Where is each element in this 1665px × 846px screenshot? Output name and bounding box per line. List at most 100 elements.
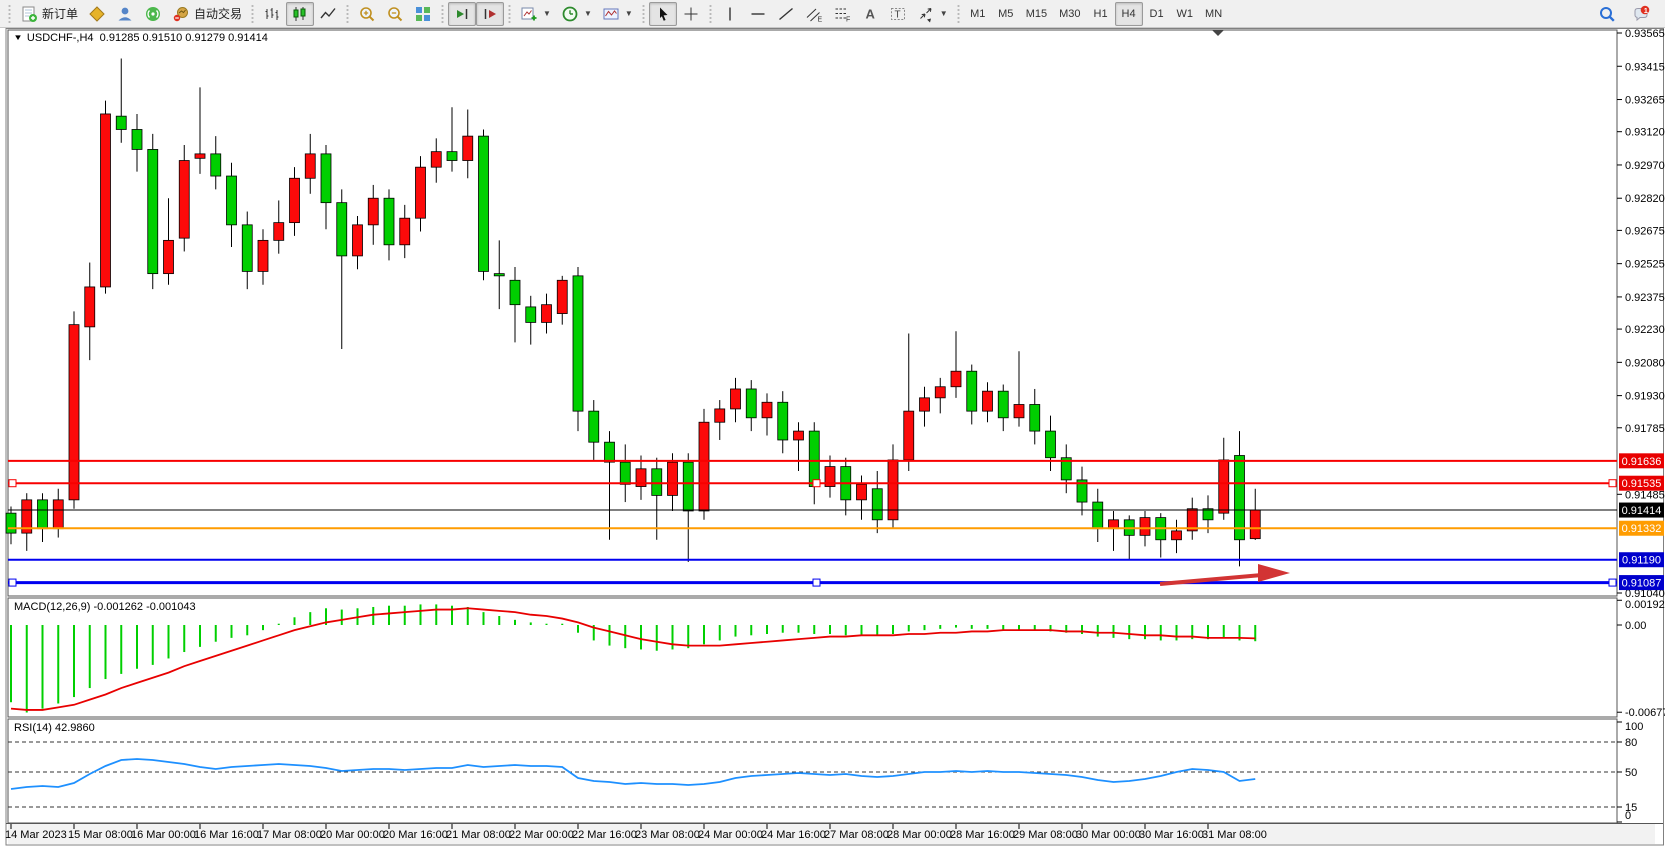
time-tick-label: 17 Mar 08:00 (257, 829, 322, 841)
chevron-down-icon[interactable]: ▼ (625, 9, 633, 18)
candlestick (463, 136, 473, 160)
candlestick (227, 176, 237, 225)
cursor-button[interactable] (649, 2, 677, 26)
candlestick (242, 225, 252, 272)
line-selection-handle[interactable] (9, 579, 16, 586)
periods-icon (561, 5, 579, 23)
chart-shift-icon (481, 5, 499, 23)
templates-button[interactable]: ▼ (597, 2, 638, 26)
vline-icon (721, 5, 739, 23)
chevron-down-icon[interactable]: ▼ (940, 9, 948, 18)
chat-button[interactable]: 1 (1627, 2, 1655, 26)
macd-tick-label: 0.00 (1625, 620, 1646, 632)
horizontal-line-button[interactable] (744, 2, 772, 26)
bar-chart-button[interactable] (258, 2, 286, 26)
trendline-button[interactable] (772, 2, 800, 26)
line-selection-handle[interactable] (1609, 579, 1616, 586)
vertical-line-button[interactable] (716, 2, 744, 26)
tile-windows-button[interactable] (409, 2, 437, 26)
mt4-terminal-window: { "toolbar": { "groups": [ {"name":"trad… (0, 0, 1665, 846)
price-badge-label: 0.91414 (1622, 505, 1662, 517)
autotrade-button[interactable]: 自动交易 (167, 2, 247, 26)
time-tick-label: 20 Mar 00:00 (320, 829, 385, 841)
candlestick (652, 469, 662, 496)
tf-m5-button[interactable]: M5 (992, 2, 1020, 26)
tf-m1-button[interactable]: M1 (964, 2, 992, 26)
time-tick-label: 30 Mar 00:00 (1076, 829, 1141, 841)
candlestick (384, 198, 394, 245)
tf-mn-button[interactable]: MN (1199, 2, 1228, 26)
candlestick (1140, 518, 1150, 536)
crosshair-button[interactable] (677, 2, 705, 26)
candlestick (400, 218, 410, 245)
line-selection-handle[interactable] (1609, 480, 1616, 487)
fibonacci-icon: F (833, 5, 851, 23)
candlestick (542, 305, 552, 323)
line-selection-handle[interactable] (813, 579, 820, 586)
toolbar-drag-handle[interactable] (708, 4, 713, 24)
tf-h1-button[interactable]: H1 (1087, 2, 1115, 26)
fibonacci-button[interactable]: F (828, 2, 856, 26)
toolbar-group-chart-type (258, 0, 342, 28)
tf-h4-button[interactable]: H4 (1115, 2, 1143, 26)
candlestick (920, 398, 930, 411)
signals-button[interactable] (139, 2, 167, 26)
tf-w1-button[interactable]: W1 (1171, 2, 1200, 26)
candlestick (573, 276, 583, 411)
market-button[interactable] (83, 2, 111, 26)
toolbar-group-zoom (353, 0, 437, 28)
tf-m30-button[interactable]: M30 (1053, 2, 1086, 26)
new-chart-icon (520, 5, 538, 23)
line-chart-icon (319, 5, 337, 23)
candlestick-chart-button[interactable] (286, 2, 314, 26)
candlestick (6, 513, 16, 533)
candlestick (1250, 510, 1260, 539)
zoom-in-button[interactable] (353, 2, 381, 26)
bar-chart-icon (263, 5, 281, 23)
candlestick (794, 431, 804, 440)
auto-scroll-button[interactable] (448, 2, 476, 26)
toolbar-drag-handle[interactable] (440, 4, 445, 24)
signals-icon (144, 5, 162, 23)
toolbar-group-trade: 新订单 自动交易 (15, 0, 247, 28)
line-selection-handle[interactable] (9, 480, 16, 487)
tf-m15-button[interactable]: M15 (1020, 2, 1053, 26)
tf-m1-button-label: M1 (970, 8, 985, 20)
candlestick (431, 152, 441, 168)
tf-d1-button[interactable]: D1 (1143, 2, 1171, 26)
toolbar-drag-handle[interactable] (7, 4, 12, 24)
toolbar-drag-handle[interactable] (345, 4, 350, 24)
toolbar-drag-handle[interactable] (641, 4, 646, 24)
community-button[interactable] (111, 2, 139, 26)
search-button[interactable] (1593, 2, 1621, 26)
label-button[interactable]: T (884, 2, 912, 26)
indicators-button[interactable]: ▼ (515, 2, 556, 26)
toolbar-drag-handle[interactable] (956, 4, 961, 24)
symbol-dropdown-icon[interactable]: ▼ (13, 33, 23, 42)
time-tick-label: 29 Mar 08:00 (1013, 829, 1078, 841)
new-order-button[interactable]: 新订单 (15, 2, 83, 26)
text-button[interactable]: A (856, 2, 884, 26)
zoom-out-button[interactable] (381, 2, 409, 26)
time-tick-label: 15 Mar 08:00 (68, 829, 133, 841)
toolbar-group-pointer (649, 0, 705, 28)
candlestick (620, 462, 630, 484)
line-selection-handle[interactable] (813, 480, 820, 487)
channel-button[interactable]: E (800, 2, 828, 26)
candlestick (510, 280, 520, 304)
line-chart-button[interactable] (314, 2, 342, 26)
time-tick-label: 28 Mar 16:00 (950, 829, 1015, 841)
chevron-down-icon[interactable]: ▼ (543, 9, 551, 18)
periods-button[interactable]: ▼ (556, 2, 597, 26)
toolbar-drag-handle[interactable] (507, 4, 512, 24)
time-tick-label: 14 Mar 2023 (5, 829, 67, 841)
candlestick (1172, 531, 1182, 540)
candlestick (857, 484, 867, 500)
candlestick (101, 114, 111, 287)
arrows-button[interactable]: ▼ (912, 2, 953, 26)
auto-scroll-icon (453, 5, 471, 23)
chevron-down-icon[interactable]: ▼ (584, 9, 592, 18)
search-icon (1598, 5, 1616, 23)
toolbar-drag-handle[interactable] (250, 4, 255, 24)
chart-shift-button[interactable] (476, 2, 504, 26)
